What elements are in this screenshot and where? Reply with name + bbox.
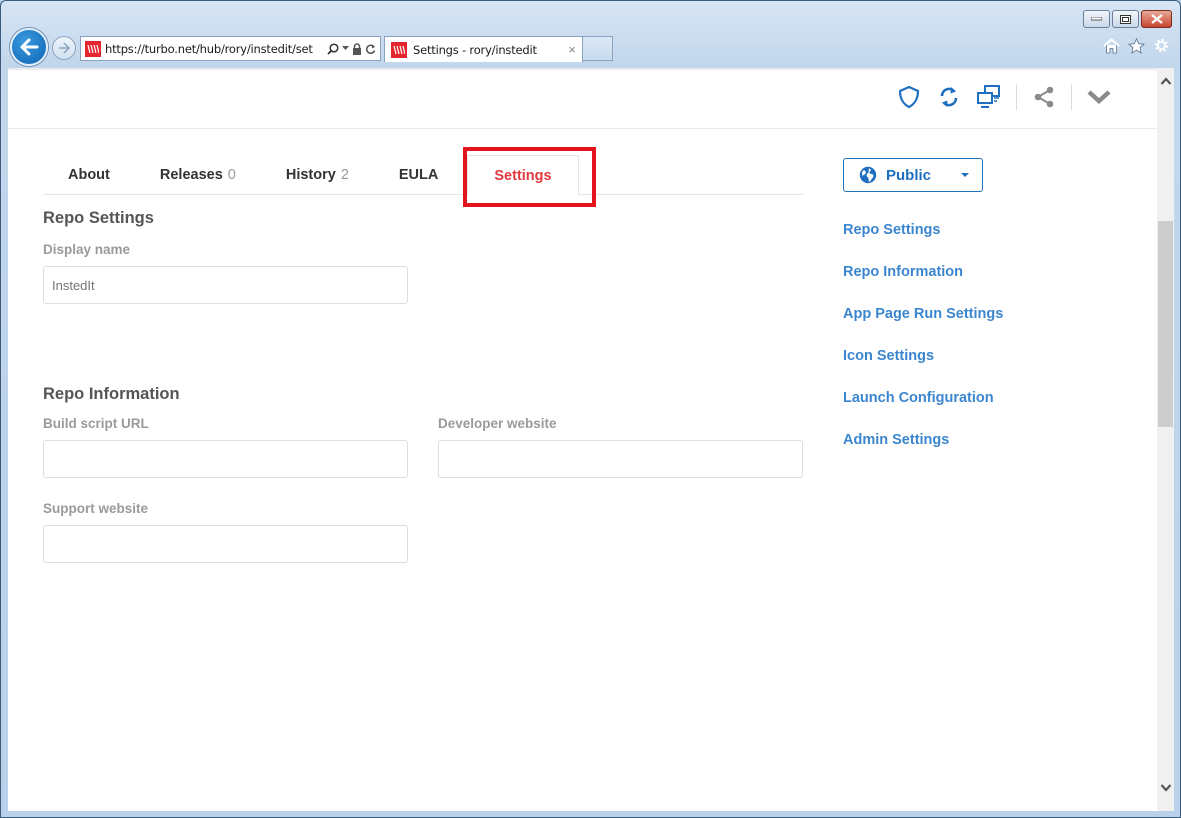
- minimize-button[interactable]: [1083, 10, 1110, 28]
- tab-label: Settings: [494, 167, 552, 184]
- side-link-app-page-run-settings[interactable]: App Page Run Settings: [843, 305, 1003, 347]
- dropdown-icon[interactable]: [342, 46, 349, 51]
- devices-button[interactable]: [976, 84, 1002, 110]
- display-name-label: Display name: [43, 242, 131, 257]
- tab-about[interactable]: About: [43, 155, 135, 195]
- gear-icon[interactable]: [1153, 37, 1170, 54]
- visibility-label: Public: [886, 166, 932, 184]
- developer-website-label: Developer website: [438, 416, 557, 431]
- tab-settings[interactable]: Settings: [467, 155, 579, 196]
- chevron-down-icon: [1087, 90, 1111, 105]
- scrollbar-thumb[interactable]: [1158, 221, 1173, 427]
- refresh-icon[interactable]: [365, 43, 376, 55]
- forward-icon: [59, 42, 71, 54]
- browser-tab-title: Settings - rory/instedit: [413, 42, 537, 57]
- browser-window: https://turbo.net/hub/rory/instedit/set …: [0, 0, 1181, 818]
- home-icon[interactable]: [1103, 37, 1120, 54]
- turbo-favicon-icon: [85, 40, 101, 57]
- shield-icon: [898, 85, 920, 109]
- repo-tabs: About Releases 0 History 2 EULA Settings: [43, 155, 803, 196]
- side-link-repo-information[interactable]: Repo Information: [843, 263, 1003, 305]
- address-bar-icons: [327, 42, 376, 55]
- side-link-repo-settings[interactable]: Repo Settings: [843, 221, 1003, 263]
- close-button[interactable]: [1141, 10, 1172, 28]
- address-bar[interactable]: https://turbo.net/hub/rory/instedit/set: [80, 36, 381, 61]
- tab-history[interactable]: History 2: [261, 155, 374, 195]
- chevron-up-icon: [1160, 77, 1171, 85]
- side-link-icon-settings[interactable]: Icon Settings: [843, 347, 1003, 389]
- header-actions: [896, 84, 1112, 110]
- turbo-favicon-icon: [391, 41, 407, 58]
- header-divider: [1016, 84, 1017, 110]
- side-link-admin-settings[interactable]: Admin Settings: [843, 431, 1003, 473]
- build-script-url-label: Build script URL: [43, 416, 149, 431]
- maximize-button[interactable]: [1112, 10, 1139, 28]
- tab-count: 0: [227, 167, 236, 183]
- tab-label: Releases: [159, 167, 223, 183]
- scroll-up-button[interactable]: [1157, 76, 1174, 92]
- scroll-down-button[interactable]: [1157, 783, 1174, 799]
- header-divider: [1071, 84, 1072, 110]
- display-name-input[interactable]: [43, 266, 408, 304]
- build-script-url-input[interactable]: [43, 440, 408, 478]
- tab-releases[interactable]: Releases 0: [135, 155, 261, 195]
- tab-count: 2: [340, 167, 349, 183]
- chevron-down-icon: [1160, 784, 1171, 792]
- lock-icon[interactable]: [352, 42, 362, 55]
- share-icon: [1034, 86, 1054, 108]
- new-tab-button[interactable]: [583, 36, 613, 61]
- browser-tools: [1103, 37, 1170, 54]
- shield-button[interactable]: [896, 84, 922, 110]
- settings-side-nav: Repo Settings Repo Information App Page …: [843, 221, 1003, 473]
- caret-down-icon: [961, 173, 969, 177]
- developer-website-input[interactable]: [438, 440, 803, 478]
- visibility-dropdown[interactable]: Public: [843, 158, 983, 192]
- share-button[interactable]: [1031, 84, 1057, 110]
- back-button[interactable]: [10, 28, 48, 66]
- url-text[interactable]: https://turbo.net/hub/rory/instedit/set: [105, 42, 323, 56]
- tab-label: EULA: [398, 167, 439, 183]
- window-controls: [1083, 10, 1172, 28]
- side-link-launch-configuration[interactable]: Launch Configuration: [843, 389, 1003, 431]
- close-icon: [1150, 14, 1163, 24]
- minimize-icon: [1091, 17, 1102, 21]
- favorites-star-icon[interactable]: [1128, 37, 1145, 54]
- tab-label: History: [285, 167, 336, 183]
- browser-tab-settings[interactable]: Settings - rory/instedit ×: [384, 36, 583, 62]
- repo-information-heading: Repo Information: [43, 385, 180, 403]
- back-icon: [20, 38, 39, 56]
- more-button[interactable]: [1086, 84, 1112, 110]
- devices-icon: [977, 85, 1000, 108]
- support-website-input[interactable]: [43, 525, 408, 563]
- search-icon[interactable]: [327, 42, 339, 55]
- globe-icon: [859, 166, 877, 184]
- page-header: [8, 68, 1157, 129]
- tab-eula[interactable]: EULA: [374, 155, 463, 195]
- repo-settings-heading: Repo Settings: [43, 209, 154, 227]
- vertical-scrollbar[interactable]: [1157, 68, 1174, 811]
- maximize-icon: [1120, 14, 1131, 24]
- support-website-label: Support website: [43, 501, 149, 516]
- tab-close-icon[interactable]: ×: [568, 42, 576, 57]
- forward-button[interactable]: [52, 36, 76, 60]
- sync-button[interactable]: [936, 84, 962, 110]
- tab-label: About: [68, 167, 110, 183]
- sync-icon: [940, 87, 958, 107]
- page-viewport: About Releases 0 History 2 EULA Settings…: [8, 68, 1174, 811]
